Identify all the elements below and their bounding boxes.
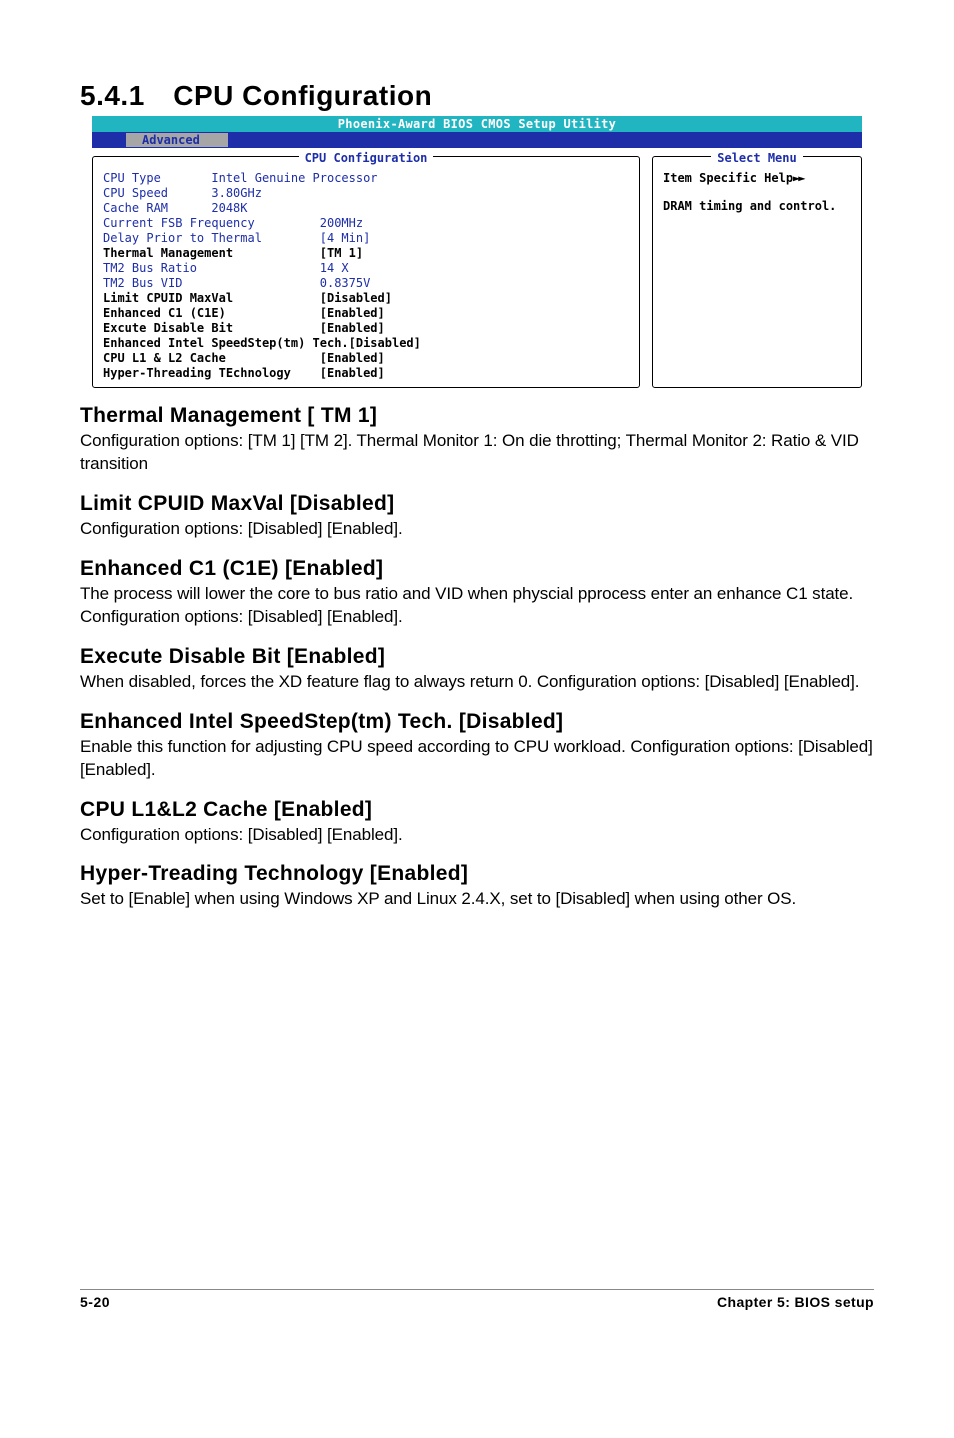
bios-help-line2: DRAM timing and control. xyxy=(663,199,851,215)
heading-ht: Hyper-Treading Technology [Enabled] xyxy=(80,862,874,886)
bios-setting-row: Hyper-Threading TEchnology [Enabled] xyxy=(103,366,629,381)
text-exec: When disabled, forces the XD feature fla… xyxy=(80,671,874,694)
bios-setting-row: CPU Speed 3.80GHz xyxy=(103,186,629,201)
bios-setting-row: Delay Prior to Thermal [4 Min] xyxy=(103,231,629,246)
page-footer: 5-20 Chapter 5: BIOS setup xyxy=(80,1289,874,1310)
arrow-icon: ►► xyxy=(793,171,803,185)
text-limit: Configuration options: [Disabled] [Enabl… xyxy=(80,518,874,541)
bios-setting-row: Enhanced Intel SpeedStep(tm) Tech.[Disab… xyxy=(103,336,629,351)
heading-c1e: Enhanced C1 (C1E) [Enabled] xyxy=(80,557,874,581)
heading-eist: Enhanced Intel SpeedStep(tm) Tech. [Disa… xyxy=(80,710,874,734)
bios-setting-row: CPU L1 & L2 Cache [Enabled] xyxy=(103,351,629,366)
bios-setting-row: Limit CPUID MaxVal [Disabled] xyxy=(103,291,629,306)
chapter-label: Chapter 5: BIOS setup xyxy=(717,1294,874,1310)
bios-menu-bar: Advanced xyxy=(92,132,862,148)
bios-setting-row: Thermal Management [TM 1] xyxy=(103,246,629,261)
bios-setting-row: TM2 Bus VID 0.8375V xyxy=(103,276,629,291)
bios-tab-advanced: Advanced xyxy=(126,133,228,147)
bios-screenshot: Phoenix-Award BIOS CMOS Setup Utility Ad… xyxy=(92,116,862,388)
text-eist: Enable this function for adjusting CPU s… xyxy=(80,736,874,782)
bios-setting-row: Cache RAM 2048K xyxy=(103,201,629,216)
bios-setting-row: CPU Type Intel Genuine Processor xyxy=(103,171,629,186)
text-c1e: The process will lower the core to bus r… xyxy=(80,583,874,629)
page-number: 5-20 xyxy=(80,1294,110,1310)
bios-setting-row: Enhanced C1 (C1E) [Enabled] xyxy=(103,306,629,321)
bios-help-title: Select Menu xyxy=(711,151,802,165)
heading-exec: Execute Disable Bit [Enabled] xyxy=(80,645,874,669)
section-heading: 5.4.1 CPU Configuration xyxy=(80,80,874,112)
bios-setting-row: Excute Disable Bit [Enabled] xyxy=(103,321,629,336)
bios-help-panel: Select Menu Item Specific Help►► DRAM ti… xyxy=(652,156,862,388)
bios-help-line1: Item Specific Help►► xyxy=(663,171,851,187)
text-cache: Configuration options: [Disabled] [Enabl… xyxy=(80,824,874,847)
text-ht: Set to [Enable] when using Windows XP an… xyxy=(80,888,874,911)
text-thermal: Configuration options: [TM 1] [TM 2]. Th… xyxy=(80,430,874,476)
heading-limit: Limit CPUID MaxVal [Disabled] xyxy=(80,492,874,516)
bios-title-bar: Phoenix-Award BIOS CMOS Setup Utility xyxy=(92,116,862,132)
heading-thermal: Thermal Management [ TM 1] xyxy=(80,404,874,428)
bios-panel-title: CPU Configuration xyxy=(299,151,434,165)
bios-main-panel: CPU Configuration CPU Type Intel Genuine… xyxy=(92,156,640,388)
heading-cache: CPU L1&L2 Cache [Enabled] xyxy=(80,798,874,822)
bios-setting-row: TM2 Bus Ratio 14 X xyxy=(103,261,629,276)
bios-setting-row: Current FSB Frequency 200MHz xyxy=(103,216,629,231)
